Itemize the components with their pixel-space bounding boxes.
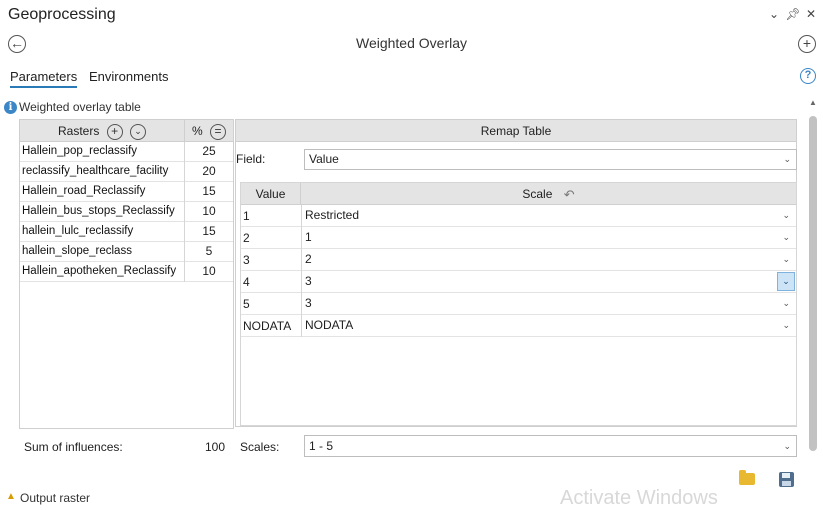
raster-row[interactable]: Hallein_apotheken_Reclassify 10 <box>20 262 233 282</box>
scale-table: Value Scale ↶ 1 Restricted ⌄ 2 1 ⌄ 3 2 ⌄… <box>240 182 797 426</box>
vertical-scrollbar-thumb[interactable] <box>809 116 817 451</box>
close-icon[interactable]: ✕ <box>803 6 819 22</box>
remap-value: 1 <box>243 209 250 223</box>
remap-row: 2 1 ⌄ <box>241 227 796 249</box>
scale-select-value: 1 <box>305 230 312 244</box>
raster-percent[interactable]: 10 <box>184 202 233 222</box>
scale-column-label: Scale <box>522 187 553 201</box>
equal-influence-icon[interactable]: = <box>210 123 226 140</box>
rasters-header: Rasters + ⌄ % = <box>20 120 233 142</box>
remap-row: 3 2 ⌄ <box>241 249 796 271</box>
scale-select[interactable]: 3 ⌄ <box>301 271 796 293</box>
scroll-up-arrow-icon[interactable]: ▲ <box>808 98 818 107</box>
pane-title: Geoprocessing <box>8 6 116 23</box>
remap-header: Remap Table <box>236 120 796 142</box>
remap-row: 4 3 ⌄ <box>241 271 796 293</box>
raster-row[interactable]: Hallein_pop_reclassify 25 <box>20 142 233 162</box>
raster-name: Hallein_bus_stops_Reclassify <box>22 205 175 217</box>
help-icon[interactable]: ? <box>800 68 816 84</box>
scale-select[interactable]: 2 ⌄ <box>301 249 796 271</box>
scale-select[interactable]: 3 ⌄ <box>301 293 796 315</box>
raster-options-chevron-icon[interactable]: ⌄ <box>130 123 147 140</box>
remap-value: 2 <box>243 231 250 245</box>
remap-value: 4 <box>243 275 250 289</box>
raster-name: Hallein_pop_reclassify <box>22 145 138 157</box>
chevron-down-icon: ⌄ <box>783 441 791 451</box>
scales-select-value: 1 - 5 <box>309 439 334 453</box>
value-column-header: Value <box>241 183 301 205</box>
raster-name: reclassify_healthcare_facility <box>22 165 169 177</box>
field-select-value: Value <box>309 152 339 166</box>
scale-select[interactable]: NODATA ⌄ <box>301 315 796 337</box>
remap-row: 1 Restricted ⌄ <box>241 205 796 227</box>
section-label: Weighted overlay table <box>19 100 141 114</box>
output-raster-label: Output raster <box>20 491 91 505</box>
raster-name: Hallein_apotheken_Reclassify <box>22 265 177 277</box>
tool-title: Weighted Overlay <box>355 35 467 51</box>
raster-row[interactable]: hallein_lulc_reclassify 15 <box>20 222 233 242</box>
sum-of-influences-label: Sum of influences: <box>24 440 123 454</box>
raster-row[interactable]: Hallein_road_Reclassify 15 <box>20 182 233 202</box>
raster-percent[interactable]: 10 <box>184 262 233 282</box>
add-button[interactable]: + <box>798 35 816 53</box>
chevron-down-icon: ⌄ <box>782 320 790 330</box>
raster-name: hallein_slope_reclass <box>22 245 132 257</box>
tab-environments[interactable]: Environments <box>89 69 168 84</box>
folder-icon[interactable] <box>739 470 755 485</box>
rasters-table: Rasters + ⌄ % = Hallein_pop_reclassify 2… <box>19 119 234 429</box>
chevron-down-icon: ⌄ <box>782 210 790 220</box>
scale-select-value: 3 <box>305 274 312 288</box>
raster-row[interactable]: hallein_slope_reclass 5 <box>20 242 233 262</box>
remap-value: 3 <box>243 253 250 267</box>
sum-of-influences-value: 100 <box>205 440 226 454</box>
raster-name: hallein_lulc_reclassify <box>22 225 134 237</box>
raster-percent[interactable]: 25 <box>184 142 233 162</box>
percent-header-cell: % = <box>184 120 233 142</box>
scale-table-header: Value Scale ↶ <box>241 183 796 205</box>
chevron-down-icon[interactable]: ⌄ <box>777 272 795 291</box>
pane-options-chevron-icon[interactable]: ⌄ <box>766 6 782 22</box>
chevron-down-icon: ⌄ <box>782 254 790 264</box>
remap-row: 5 3 ⌄ <box>241 293 796 315</box>
plus-icon: + <box>802 35 812 51</box>
add-raster-icon[interactable]: + <box>106 123 123 140</box>
remap-value: 5 <box>243 297 250 311</box>
scales-select[interactable]: 1 - 5 ⌄ <box>304 435 797 457</box>
raster-percent[interactable]: 15 <box>184 182 233 202</box>
scale-select-value: Restricted <box>305 208 360 222</box>
scales-label: Scales: <box>240 440 280 454</box>
raster-row[interactable]: reclassify_healthcare_facility 20 <box>20 162 233 182</box>
save-icon[interactable] <box>779 472 794 487</box>
rasters-header-label: Rasters <box>57 124 100 138</box>
warning-icon: ▲ <box>6 491 16 502</box>
chevron-down-icon: ⌄ <box>782 232 790 242</box>
pin-icon[interactable]: 📌︎ <box>785 6 801 22</box>
scale-select-value: NODATA <box>305 318 354 332</box>
chevron-down-icon: ⌄ <box>783 154 791 164</box>
chevron-down-icon: ⌄ <box>782 298 790 308</box>
remap-row: NODATA NODATA ⌄ <box>241 315 796 337</box>
remap-value: NODATA <box>243 319 292 333</box>
scale-select[interactable]: 1 ⌄ <box>301 227 796 249</box>
percent-header-label: % <box>191 124 203 138</box>
raster-name: Hallein_road_Reclassify <box>22 185 146 197</box>
raster-percent[interactable]: 15 <box>184 222 233 242</box>
tab-parameters[interactable]: Parameters <box>10 69 78 88</box>
info-icon[interactable]: i <box>4 101 17 114</box>
scale-select-value: 2 <box>305 252 312 266</box>
field-select[interactable]: Value ⌄ <box>304 149 797 170</box>
remap-panel: Remap Table Field: Value ⌄ Value Scale ↶… <box>235 119 797 427</box>
scale-column-header: Scale ↶ <box>301 183 796 205</box>
raster-row[interactable]: Hallein_bus_stops_Reclassify 10 <box>20 202 233 222</box>
raster-percent[interactable]: 5 <box>184 242 233 262</box>
field-label: Field: <box>236 152 266 166</box>
raster-percent[interactable]: 20 <box>184 162 233 182</box>
rasters-header-cell: Rasters + ⌄ <box>20 120 184 142</box>
undo-icon[interactable]: ↶ <box>564 184 575 206</box>
scale-select-value: 3 <box>305 296 312 310</box>
scale-select[interactable]: Restricted ⌄ <box>301 205 796 227</box>
